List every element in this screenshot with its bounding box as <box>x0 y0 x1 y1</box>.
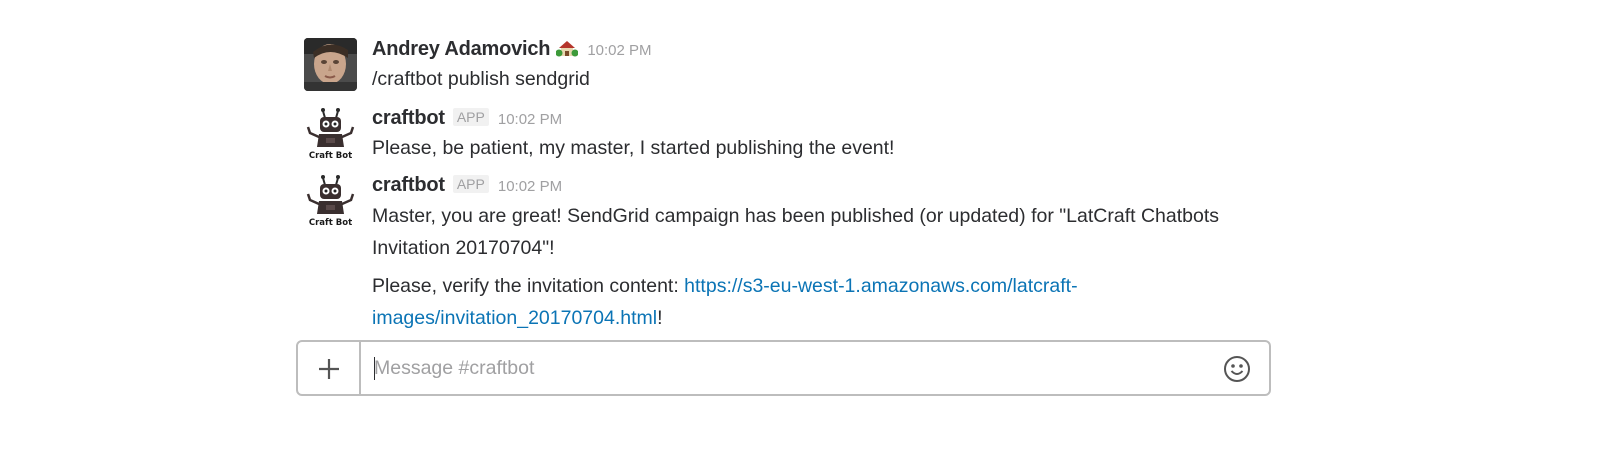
bot-avatar[interactable]: Craft Bot <box>304 107 357 160</box>
text-caret <box>374 357 375 380</box>
smiley-icon <box>1224 356 1250 382</box>
message-composer <box>296 340 1271 396</box>
message-text: Master, you are great! SendGrid campaign… <box>372 205 1219 259</box>
plus-icon <box>319 359 339 379</box>
link-prefix-text: Please, verify the invitation content: <box>372 275 685 297</box>
add-attachment-button[interactable] <box>298 342 361 394</box>
house-with-garden-icon <box>555 38 579 63</box>
bot-avatar-caption: Craft Bot <box>309 151 352 160</box>
bot-avatar-caption: Craft Bot <box>309 218 352 227</box>
sender-name[interactable]: Andrey Adamovich <box>372 38 551 60</box>
message-text-link-paragraph: Please, verify the invitation content: h… <box>372 270 1279 334</box>
emoji-button[interactable] <box>1223 355 1251 383</box>
app-badge: APP <box>452 175 489 193</box>
message-input[interactable] <box>374 352 1214 384</box>
message-text: Please, be patient, my master, I started… <box>372 137 895 159</box>
message-timestamp[interactable]: 10:02 PM <box>498 178 562 195</box>
sender-name[interactable]: craftbot <box>372 107 445 129</box>
message-timestamp[interactable]: 10:02 PM <box>587 42 651 59</box>
app-badge: APP <box>452 108 489 126</box>
message-timestamp[interactable]: 10:02 PM <box>498 111 562 128</box>
message-item: Craft Bot craftbot APP 10:02 PM Master, yo… <box>304 174 1279 334</box>
message-item: Andrey Adamovich 10:02 PM /craftbot publ… <box>304 38 1279 98</box>
sender-name[interactable]: craftbot <box>372 174 445 196</box>
bot-avatar[interactable]: Craft Bot <box>304 174 357 227</box>
user-avatar[interactable] <box>304 38 357 91</box>
message-item: Craft Bot craftbot APP 10:02 PM Please, be… <box>304 107 1279 165</box>
link-suffix-text: ! <box>657 307 663 329</box>
message-text: /craftbot publish sendgrid <box>372 68 590 90</box>
